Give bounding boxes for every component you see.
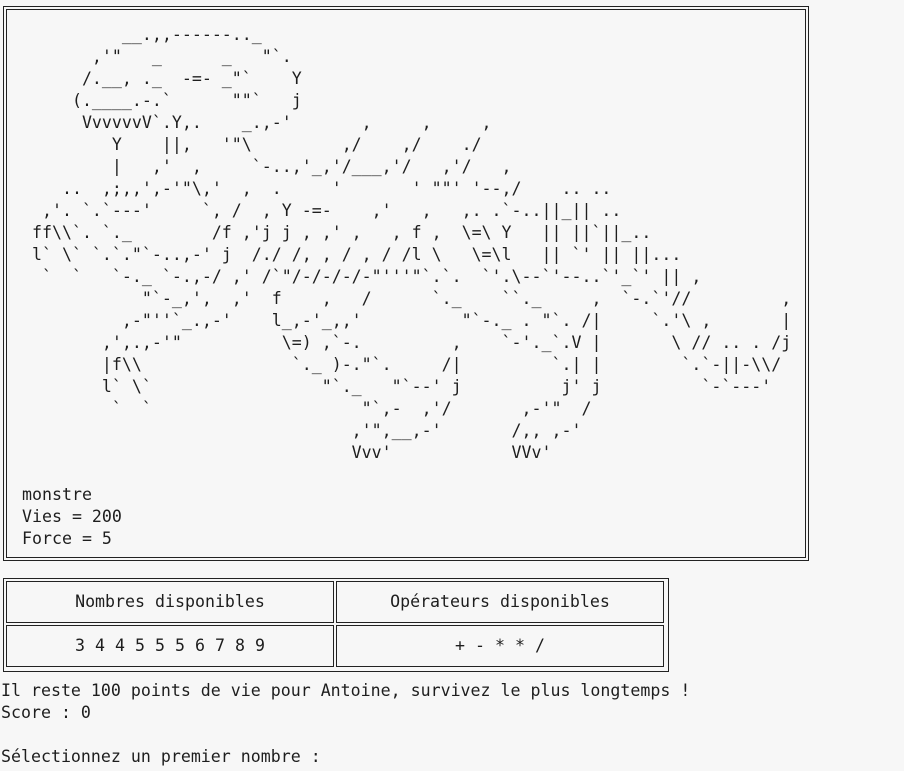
operator-token[interactable]: / bbox=[530, 635, 550, 657]
number-token[interactable]: 6 bbox=[190, 635, 210, 657]
monster-panel-inner: __.,,------.._ ,'" _ _ "`. /.__, ._ -=- … bbox=[6, 9, 806, 558]
number-token[interactable]: 5 bbox=[130, 635, 150, 657]
number-token[interactable]: 9 bbox=[250, 635, 270, 657]
monster-force: Force = 5 bbox=[22, 529, 112, 548]
operator-token[interactable]: - bbox=[470, 635, 490, 657]
numbers-list: 3445556789 bbox=[70, 635, 270, 657]
game-messages: Il reste 100 points de vie pour Antoine,… bbox=[1, 680, 690, 768]
operators-cell: + - * * / bbox=[336, 625, 664, 667]
score-display: Score : 0 bbox=[1, 703, 91, 722]
number-token[interactable]: 8 bbox=[230, 635, 250, 657]
numbers-cell: 3445556789 bbox=[6, 625, 334, 667]
operators-list: + - * * / bbox=[450, 635, 550, 657]
number-token[interactable]: 4 bbox=[110, 635, 130, 657]
operator-token[interactable]: + bbox=[450, 635, 470, 657]
monster-ascii-art: __.,,------.._ ,'" _ _ "`. /.__, ._ -=- … bbox=[31, 25, 792, 462]
number-token[interactable]: 4 bbox=[90, 635, 110, 657]
number-token[interactable]: 5 bbox=[170, 635, 190, 657]
number-token[interactable]: 5 bbox=[150, 635, 170, 657]
choices-table: Nombres disponibles Opérateurs disponibl… bbox=[3, 578, 669, 672]
monster-lives: Vies = 200 bbox=[22, 507, 122, 526]
number-token[interactable]: 3 bbox=[70, 635, 90, 657]
monster-name: monstre bbox=[22, 485, 92, 504]
choices-grid: Nombres disponibles Opérateurs disponibl… bbox=[6, 581, 666, 669]
number-token[interactable]: 7 bbox=[210, 635, 230, 657]
monster-panel: __.,,------.._ ,'" _ _ "`. /.__, ._ -=- … bbox=[3, 6, 809, 561]
status-message: Il reste 100 points de vie pour Antoine,… bbox=[1, 681, 691, 700]
operators-header: Opérateurs disponibles bbox=[336, 581, 664, 623]
operator-token[interactable]: * bbox=[510, 635, 530, 657]
numbers-header: Nombres disponibles bbox=[6, 581, 334, 623]
operator-token[interactable]: * bbox=[490, 635, 510, 657]
monster-stats: monstre Vies = 200 Force = 5 bbox=[22, 484, 122, 550]
selection-prompt: Sélectionnez un premier nombre : bbox=[1, 747, 321, 766]
